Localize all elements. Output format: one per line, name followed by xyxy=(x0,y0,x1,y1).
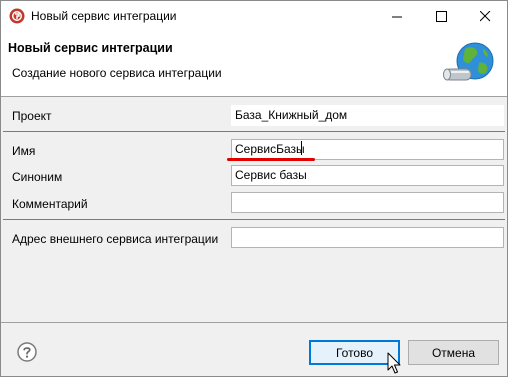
wizard-banner: Новый сервис интеграции Создание нового … xyxy=(1,32,507,96)
title-bar[interactable]: Новый сервис интеграции xyxy=(1,1,507,32)
name-label: Имя xyxy=(12,144,36,158)
comment-input[interactable] xyxy=(231,192,504,213)
window-title: Новый сервис интеграции xyxy=(31,9,177,23)
project-separator xyxy=(3,131,505,132)
close-icon xyxy=(479,11,490,22)
synonym-label: Синоним xyxy=(12,170,63,184)
highlight-underline xyxy=(227,158,315,161)
app-logo-icon xyxy=(9,8,25,24)
dialog-window: Новый сервис интеграции Новый сервис инт… xyxy=(0,0,508,377)
banner-title: Новый сервис интеграции xyxy=(8,41,173,55)
maximize-button[interactable] xyxy=(419,1,463,32)
name-input[interactable]: СервисБазы xyxy=(231,139,504,160)
globe-connector-icon xyxy=(443,42,494,81)
address-input[interactable] xyxy=(231,227,504,248)
comment-separator xyxy=(3,219,505,220)
maximize-icon xyxy=(435,11,447,22)
comment-label: Комментарий xyxy=(12,197,88,211)
synonym-input[interactable]: Сервис базы xyxy=(231,165,504,186)
help-icon[interactable] xyxy=(17,342,37,362)
address-label: Адрес внешнего сервиса интеграции xyxy=(12,232,219,246)
close-button[interactable] xyxy=(463,1,507,32)
mouse-pointer-icon xyxy=(387,352,401,374)
project-field: База_Книжный_дом xyxy=(231,105,504,126)
text-caret xyxy=(301,141,302,155)
cancel-button[interactable]: Отмена xyxy=(408,340,499,365)
minimize-icon xyxy=(391,16,402,18)
project-label: Проект xyxy=(12,109,52,123)
banner-subtitle: Создание нового сервиса интеграции xyxy=(12,66,222,80)
minimize-button[interactable] xyxy=(375,1,419,32)
